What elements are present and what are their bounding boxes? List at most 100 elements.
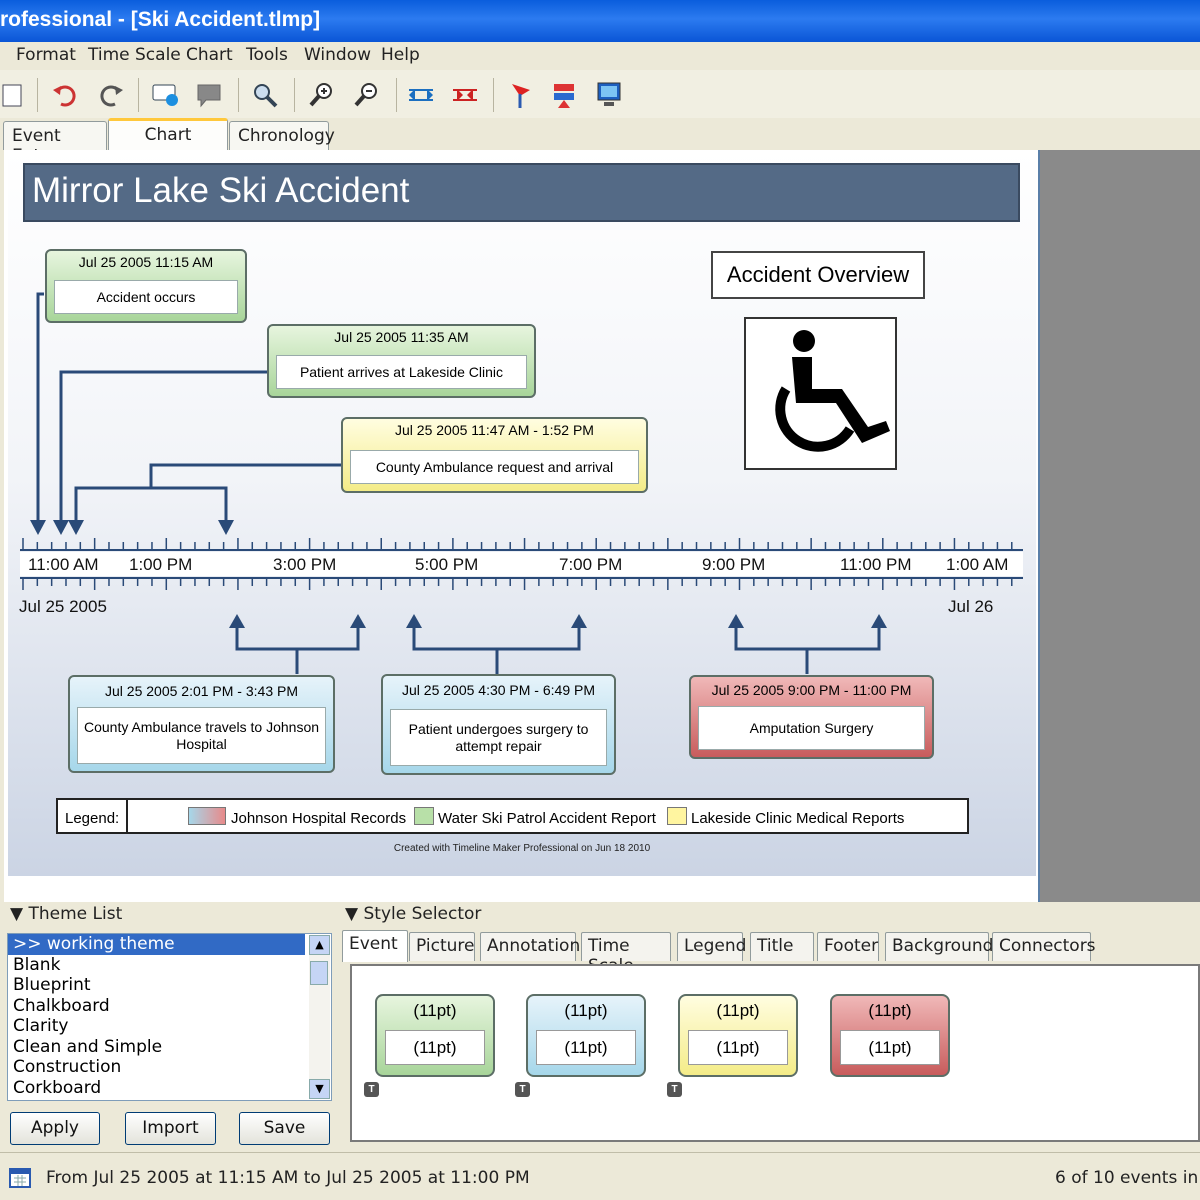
style-swatch[interactable]: (11pt) (11pt) [375, 994, 495, 1077]
wheelchair-icon[interactable] [744, 317, 897, 470]
event-date: Jul 25 2005 9:00 PM - 11:00 PM [711, 682, 912, 698]
save-button[interactable]: Save [239, 1112, 330, 1145]
undo-icon[interactable] [47, 76, 85, 114]
overview-annotation[interactable]: Accident Overview [711, 251, 925, 299]
tab-title[interactable]: Title [750, 932, 814, 961]
style-swatch[interactable]: (11pt) (11pt) [526, 994, 646, 1077]
list-item[interactable]: Corkboard [8, 1078, 305, 1099]
find-icon[interactable] [246, 76, 284, 114]
event-text: Patient arrives at Lakeside Clinic [276, 355, 527, 389]
swatch-top: (11pt) [868, 1001, 912, 1020]
tab-time-scale[interactable]: Time Scale [581, 932, 671, 976]
view-tabs: Event Entry Chart Chronology [0, 118, 1200, 166]
tab-annotation[interactable]: Annotation [480, 932, 580, 961]
tick-label: 11:00 AM [28, 555, 99, 574]
tab-connectors[interactable]: Connectors [992, 932, 1096, 961]
chart-title[interactable]: Mirror Lake Ski Accident [23, 163, 1020, 222]
axis-end-date: Jul 26 [948, 597, 994, 616]
flag-icon[interactable] [502, 76, 540, 114]
toolbar [0, 70, 1200, 120]
event-card[interactable]: Jul 25 2005 11:35 AM Patient arrives at … [267, 324, 536, 398]
swatch-bottom: (11pt) [840, 1030, 940, 1065]
collapse-icon: ▼ [345, 904, 364, 924]
legend-item: Water Ski Patrol Accident Report [438, 810, 656, 827]
swatch-top: (11pt) [564, 1001, 608, 1020]
expand-scale-icon[interactable] [402, 76, 440, 114]
event-text: Amputation Surgery [698, 706, 925, 750]
axis-start-date: Jul 25 2005 [19, 597, 107, 616]
event-date: Jul 25 2005 2:01 PM - 3:43 PM [105, 683, 298, 699]
style-swatch[interactable]: (11pt) (11pt) [678, 994, 798, 1077]
scroll-up-icon[interactable]: ▲ [309, 935, 330, 955]
tab-event[interactable]: Event [342, 930, 408, 962]
event-text: County Ambulance travels to Johnson Hosp… [77, 707, 326, 764]
window-title: rofessional - [Ski Accident.tlmp] [0, 8, 321, 31]
list-item[interactable]: >> working theme [8, 934, 305, 955]
tab-footer[interactable]: Footer [817, 932, 879, 961]
style-selector-panel: ▼ Style Selector Event Picture Annotatio… [338, 902, 1200, 1152]
event-date: Jul 25 2005 4:30 PM - 6:49 PM [402, 682, 595, 698]
event-date: Jul 25 2005 11:47 AM - 1:52 PM [395, 422, 594, 438]
style-swatches: (11pt) (11pt) (11pt) (11pt) (11pt) (11pt… [350, 964, 1200, 1142]
theme-list[interactable]: >> working theme Blank Blueprint Chalkbo… [7, 933, 332, 1101]
event-card[interactable]: Jul 25 2005 11:15 AM Accident occurs [45, 249, 247, 323]
export-icon[interactable] [546, 76, 584, 114]
tab-event-entry[interactable]: Event Entry [3, 121, 107, 166]
import-button[interactable]: Import [125, 1112, 216, 1145]
scrollbar[interactable]: ▲ ▼ [309, 935, 330, 1099]
event-card[interactable]: Jul 25 2005 2:01 PM - 3:43 PM County Amb… [68, 675, 335, 773]
text-style-icon[interactable]: T [515, 1082, 530, 1097]
menu-window[interactable]: Window [304, 45, 371, 65]
tick-label: 1:00 AM [946, 555, 1009, 574]
style-swatch[interactable]: (11pt) (11pt) [830, 994, 950, 1077]
tick-label: 7:00 PM [559, 555, 623, 574]
list-item[interactable]: Construction [8, 1057, 305, 1078]
tab-picture[interactable]: Picture [409, 932, 475, 961]
tab-background[interactable]: Background [885, 932, 993, 961]
event-card[interactable]: Jul 25 2005 4:30 PM - 6:49 PM Patient un… [381, 674, 616, 775]
swatch-top: (11pt) [413, 1001, 457, 1020]
tab-chart[interactable]: Chart [108, 118, 228, 152]
legend[interactable]: Legend: Johnson Hospital Records Water S… [56, 798, 969, 834]
style-selector-header[interactable]: ▼ Style Selector [345, 904, 481, 924]
text-style-icon[interactable]: T [667, 1082, 682, 1097]
list-item[interactable]: Blank [8, 955, 305, 976]
event-card[interactable]: Jul 25 2005 9:00 PM - 11:00 PM Amputatio… [689, 675, 934, 759]
workspace-background [1038, 150, 1200, 902]
list-item[interactable]: Chalkboard [8, 996, 305, 1017]
add-note-icon[interactable] [146, 76, 184, 114]
menu-tools[interactable]: Tools [246, 45, 288, 65]
scroll-thumb[interactable] [310, 961, 328, 985]
tab-legend[interactable]: Legend [677, 932, 746, 961]
menu-time-scale[interactable]: Time Scale [88, 45, 181, 65]
menu-help[interactable]: Help [381, 45, 420, 65]
menu-chart[interactable]: Chart [186, 45, 233, 65]
list-item[interactable]: Clarity [8, 1016, 305, 1037]
tab-chronology[interactable]: Chronology [229, 121, 335, 151]
comment-icon[interactable] [190, 76, 228, 114]
redo-icon[interactable] [91, 76, 129, 114]
timeline-chart: Mirror Lake Ski Accident Jul 25 2005 11:… [8, 150, 1036, 876]
theme-list-header[interactable]: ▼ Theme List [10, 904, 122, 924]
scroll-down-icon[interactable]: ▼ [309, 1079, 330, 1099]
chart-canvas-area: Mirror Lake Ski Accident Jul 25 2005 11:… [0, 150, 1038, 902]
list-item[interactable]: Clean and Simple [8, 1037, 305, 1058]
compress-scale-icon[interactable] [446, 76, 484, 114]
legend-item: Johnson Hospital Records [231, 810, 407, 827]
event-card[interactable]: Jul 25 2005 11:47 AM - 1:52 PM County Am… [341, 417, 648, 493]
status-range: From Jul 25 2005 at 11:15 AM to Jul 25 2… [46, 1168, 530, 1188]
chart-footer[interactable]: Created with Timeline Maker Professional… [8, 843, 1036, 854]
new-icon[interactable] [0, 76, 32, 114]
collapse-icon: ▼ [10, 904, 29, 924]
menu-format[interactable]: Format [16, 45, 76, 65]
event-text: County Ambulance request and arrival [350, 450, 639, 484]
tick-label: 5:00 PM [415, 555, 479, 574]
calendar-icon [8, 1165, 32, 1194]
present-icon[interactable] [590, 76, 628, 114]
text-style-icon[interactable]: T [364, 1082, 379, 1097]
list-item[interactable]: Blueprint [8, 975, 305, 996]
zoom-out-icon[interactable] [348, 76, 386, 114]
zoom-in-icon[interactable] [303, 76, 341, 114]
window-titlebar: rofessional - [Ski Accident.tlmp] [0, 0, 1200, 42]
apply-button[interactable]: Apply [10, 1112, 100, 1145]
